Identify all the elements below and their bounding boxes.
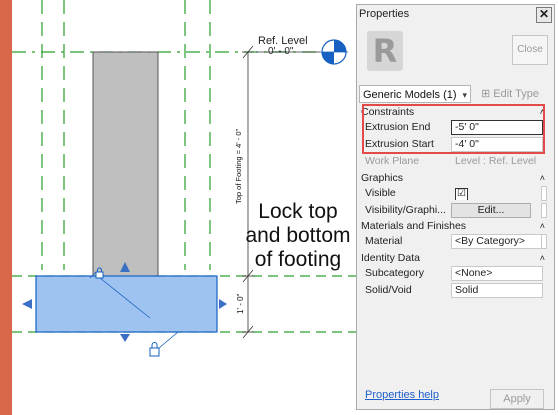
section-graphics-label: Graphics <box>361 172 404 184</box>
row-work-plane: Work Plane Level : Ref. Level <box>359 153 551 170</box>
subcategory-value[interactable]: <None> <box>451 266 543 281</box>
row-subcategory[interactable]: Subcategory <None> <box>359 265 551 282</box>
level-head-icon[interactable] <box>320 39 348 65</box>
dimension-vertical-label: Top of Footing = 4' - 0" <box>234 128 243 204</box>
callout-text: Lock top and bottom of footing <box>238 200 358 272</box>
edit-type-button[interactable]: ⊞ Edit Type <box>481 87 539 100</box>
apply-button[interactable]: Apply <box>490 389 544 409</box>
properties-title: Properties <box>359 8 410 20</box>
visible-checkbox-cell[interactable]: ☑ <box>451 186 543 201</box>
subcategory-label: Subcategory <box>365 267 424 279</box>
scrollbar-stub <box>541 203 547 218</box>
dimension-footing-label: 1' - 0" <box>236 293 245 314</box>
edit-visibility-button[interactable]: Edit... <box>451 203 531 218</box>
properties-help-link[interactable]: Properties help <box>365 389 439 401</box>
section-materials-label: Materials and Finishes <box>361 220 467 232</box>
collapse-icon: ˄ <box>539 173 545 183</box>
section-materials[interactable]: Materials and Finishes ˄ <box>359 219 551 233</box>
row-material[interactable]: Material <By Category> <box>359 233 551 250</box>
section-identity[interactable]: Identity Data ˄ <box>359 251 551 265</box>
ref-level-elevation: 0' - 0" <box>268 46 294 57</box>
material-label: Material <box>365 235 403 247</box>
type-selector-value: Generic Models (1) <box>363 89 457 101</box>
chevron-down-icon: ▾ <box>462 90 467 100</box>
solid-void-label: Solid/Void <box>365 284 412 296</box>
highlight-box <box>362 104 545 154</box>
callout-line-3: of footing <box>254 248 342 271</box>
collapse-icon: ˄ <box>539 253 545 263</box>
drag-arrow-down-handle[interactable] <box>120 334 130 342</box>
window-left-border <box>0 0 12 415</box>
section-identity-label: Identity Data <box>361 252 420 264</box>
scrollbar-stub <box>541 234 547 249</box>
visible-label: Visible <box>365 187 396 199</box>
footing-extrusion[interactable] <box>35 275 218 333</box>
section-graphics[interactable]: Graphics ˄ <box>359 171 551 185</box>
padlock-icon-bottom[interactable] <box>149 331 179 357</box>
drag-arrow-left-handle[interactable] <box>22 299 32 309</box>
solid-void-value[interactable]: Solid <box>451 283 543 298</box>
family-type-icon: R <box>367 31 403 71</box>
edit-type-icon: ⊞ <box>481 88 491 100</box>
drag-arrow-right-handle[interactable] <box>219 299 227 309</box>
type-selector[interactable]: Generic Models (1) ▾ <box>359 85 471 103</box>
collapse-icon: ˄ <box>539 221 545 231</box>
work-plane-value: Level : Ref. Level <box>455 155 537 167</box>
row-solid-void[interactable]: Solid/Void Solid <box>359 282 551 299</box>
column-extrusion[interactable] <box>92 51 159 277</box>
row-visibility-graphics[interactable]: Visibility/Graphi... Edit... <box>359 202 551 219</box>
properties-palette: Properties ✕ R Close Generic Models (1) … <box>356 4 555 410</box>
callout-line-2: and bottom <box>245 224 351 247</box>
visibility-graphics-label: Visibility/Graphi... <box>365 204 446 216</box>
callout-line-1: Lock top <box>258 200 338 223</box>
scrollbar-stub <box>541 186 547 201</box>
material-value[interactable]: <By Category> <box>451 234 543 249</box>
edit-type-label: Edit Type <box>493 88 539 100</box>
work-plane-label: Work Plane <box>365 155 420 167</box>
close-x-icon[interactable]: ✕ <box>536 7 552 23</box>
close-button[interactable]: Close <box>512 35 548 65</box>
checkbox-checked-icon[interactable]: ☑ <box>455 188 468 200</box>
row-visible[interactable]: Visible ☑ <box>359 185 551 202</box>
